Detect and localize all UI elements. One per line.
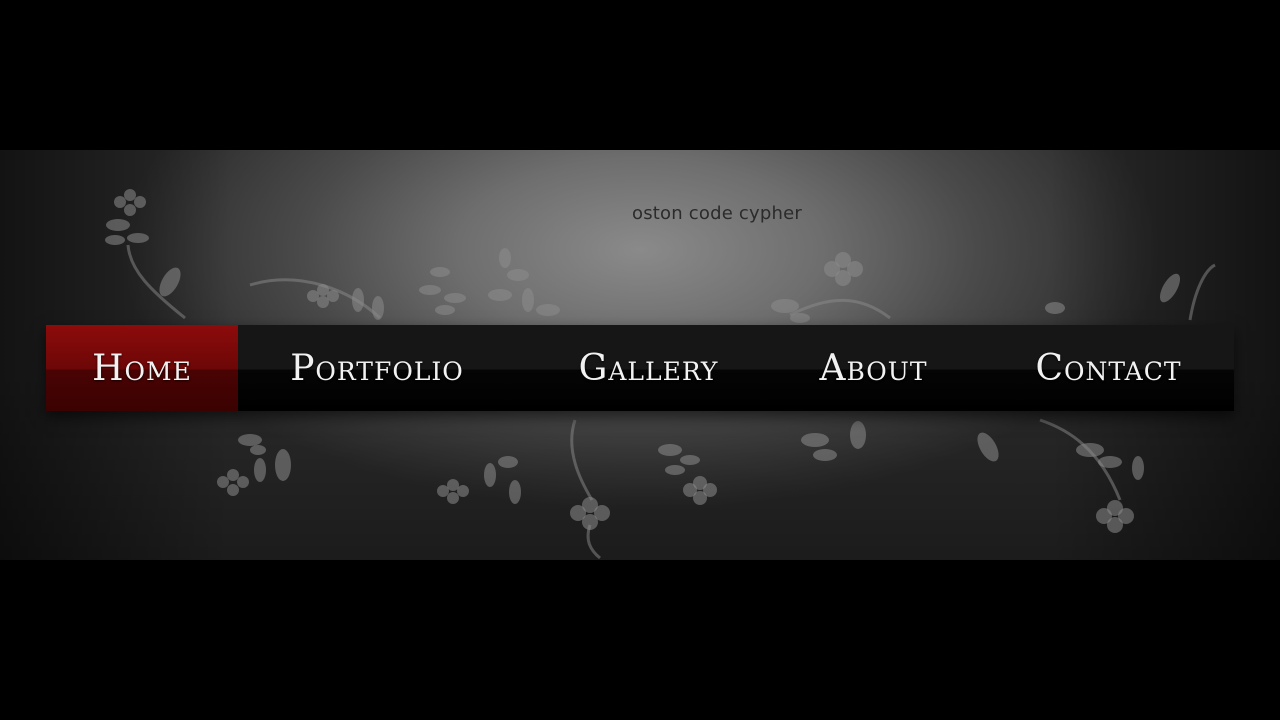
nav-item-about[interactable]: About	[791, 325, 956, 411]
nav-item-home[interactable]: Home	[46, 325, 238, 411]
site-tagline: oston code cypher	[632, 203, 802, 224]
nav-item-portfolio[interactable]: Portfolio	[268, 325, 486, 411]
page-stage: oston code cypher Home Portfolio Gallery…	[0, 0, 1280, 720]
main-navigation-bar: Home Portfolio Gallery About Contact	[46, 325, 1234, 411]
header-banner: oston code cypher Home Portfolio Gallery…	[0, 150, 1280, 560]
nav-item-contact[interactable]: Contact	[1006, 325, 1211, 411]
nav-item-gallery[interactable]: Gallery	[551, 325, 746, 411]
